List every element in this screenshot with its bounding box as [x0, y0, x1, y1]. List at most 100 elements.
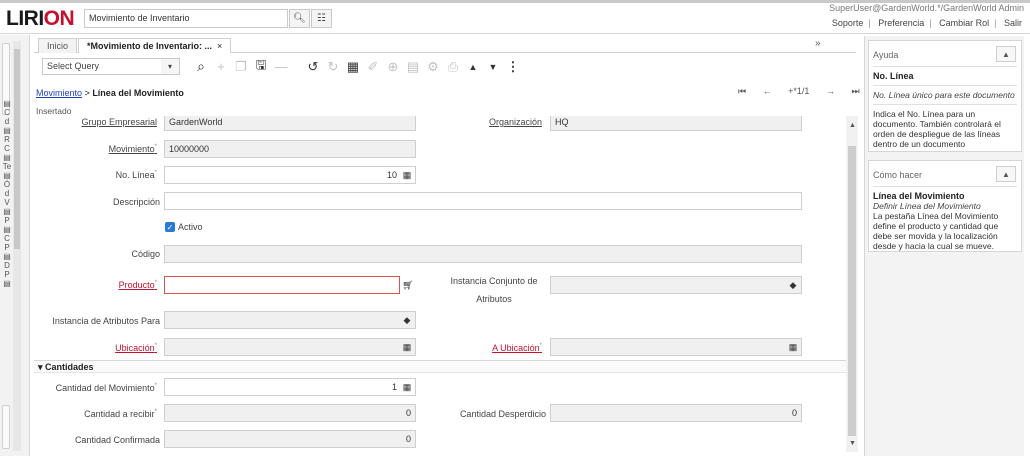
select-query-dropdown[interactable]: Select Query [42, 58, 180, 75]
first-record-icon[interactable]: ⏮︎ [738, 86, 746, 96]
top-links: Soporte | Preferencia | Cambiar Rol | Salir [831, 18, 1022, 28]
help-title: No. Línea [873, 71, 914, 81]
label-no-linea: No. Línea* [115, 170, 157, 180]
scroll-up-icon[interactable]: ▲ [849, 122, 856, 129]
cart-icon[interactable]: 🛒︎ [401, 278, 415, 292]
descripcion-field[interactable] [164, 192, 802, 210]
a-ubicacion-field[interactable] [550, 338, 802, 356]
calculator-icon[interactable]: ▦ [400, 168, 414, 182]
howto-title: Línea del Movimiento [873, 191, 965, 201]
copy-icon[interactable]: ❐ [232, 58, 250, 75]
no-linea-field[interactable]: 10 [164, 166, 416, 184]
label-cantidad-confirmada: Cantidad Confirmada [74, 435, 160, 445]
movimiento-field[interactable]: 10000000 [164, 140, 416, 158]
label-instancia-atributos-para: Instancia de Atributos Para [52, 316, 160, 326]
collapse-howto-icon[interactable]: ▲ [996, 166, 1016, 182]
logo[interactable]: LIRION [6, 7, 75, 31]
label-ubicacion: Ubicación* [115, 343, 157, 353]
record-navigation: ⏮︎ ← +*1/1 → ⏭︎ [738, 86, 874, 97]
new-icon[interactable]: + [212, 58, 230, 75]
close-tab-icon[interactable]: × [217, 41, 222, 51]
label-instancia-conjunto: Instancia Conjunto de Atributos [450, 276, 538, 304]
instancia-conjunto-field[interactable] [550, 276, 802, 294]
tag-icon[interactable]: ◆ [400, 313, 414, 327]
cantidad-desperdicio-field[interactable]: 0 [550, 404, 802, 422]
form-scroll-thumb[interactable] [848, 146, 856, 436]
user-info[interactable]: SuperUser@GardenWorld.*/GardenWorld Admi… [829, 3, 1024, 13]
sidebar-collapsed-items[interactable]: ▤ Cd ▤ R C ▤ Te ▤ Ód V ▤ P ▤ C P ▤ D P ▤ [2, 99, 12, 288]
search-icon[interactable]: 🔍︎ [289, 9, 310, 28]
producto-field[interactable] [164, 276, 400, 294]
locator-icon[interactable]: ▦ [400, 340, 414, 354]
toolbar: Select Query ▾ ⌕ + ❐ 🖫︎ — ↺ ↻ ▦ ✐ ⊕ ▤ ⚙ … [34, 54, 856, 80]
tag-icon[interactable]: ◆ [786, 278, 800, 292]
logout-link[interactable]: Salir [1004, 18, 1022, 28]
cantidad-confirmada-field[interactable]: 0 [164, 430, 416, 448]
last-record-icon[interactable]: ⏭︎ [851, 86, 859, 96]
form-area: Grupo Empresarial GardenWorld Organizaci… [34, 116, 846, 452]
save-icon[interactable]: 🖫︎ [252, 57, 270, 75]
more-icon[interactable]: ⋮ [504, 58, 522, 75]
activo-checkbox[interactable]: ✓ [165, 222, 175, 232]
status-text: Insertado [36, 106, 72, 116]
form-scrollbar[interactable]: ▲ ▼ [846, 116, 858, 452]
breadcrumb-current: Línea del Movimiento [92, 88, 184, 98]
breadcrumb-separator: > [84, 88, 90, 98]
tree-menu-icon[interactable]: ☷ [311, 9, 332, 28]
delete-icon[interactable]: — [272, 58, 290, 75]
sidebar-field-bottom[interactable] [2, 405, 10, 449]
codigo-field[interactable] [164, 245, 802, 263]
collapse-header-icon[interactable]: » [815, 38, 821, 49]
next-icon[interactable]: ▼ [484, 58, 502, 75]
previous-icon[interactable]: ▲ [464, 58, 482, 75]
attachment-icon[interactable]: ✐ [364, 58, 382, 75]
breadcrumb-parent-link[interactable]: Movimiento [36, 88, 82, 98]
cantidad-movimiento-field[interactable]: 1 [164, 378, 416, 396]
help-box-ayuda: Ayuda ▲ No. Línea No. Línea único para e… [868, 40, 1022, 152]
label-cantidad-movimiento: Cantidad del Movimiento* [55, 383, 157, 393]
next-record-icon[interactable]: → [826, 86, 835, 96]
section-cantidades[interactable]: ▾ Cantidades [34, 360, 846, 373]
label-a-ubicacion: A Ubicación* [492, 343, 542, 353]
label-producto: Producto* [118, 280, 157, 290]
settings-icon[interactable]: ⚙ [424, 58, 442, 75]
ubicacion-field[interactable] [164, 338, 416, 356]
instancia-atributos-para-field[interactable] [164, 311, 416, 329]
organizacion-field[interactable]: HQ [550, 116, 802, 131]
change-role-link[interactable]: Cambiar Rol [939, 18, 989, 28]
cantidad-recibir-field[interactable]: 0 [164, 404, 416, 422]
scroll-down-icon[interactable]: ▼ [849, 440, 856, 447]
support-link[interactable]: Soporte [832, 18, 864, 28]
howto-description: Definir Línea del Movimiento [873, 201, 981, 211]
left-sidebar: ▤ Cd ▤ R C ▤ Te ▤ Ód V ▤ P ▤ C P ▤ D P ▤ [0, 35, 30, 456]
help-text: Indica el No. Línea para un documento. T… [873, 109, 1001, 149]
zoom-icon[interactable]: ⊕ [384, 58, 402, 75]
help-panel: Ayuda ▲ No. Línea No. Línea único para e… [864, 36, 1024, 456]
label-descripcion: Descripción [112, 197, 160, 207]
calculator-icon[interactable]: ▦ [400, 380, 414, 394]
locator-icon[interactable]: ▦ [786, 340, 800, 354]
previous-record-icon[interactable]: ← [763, 86, 772, 96]
preference-link[interactable]: Preferencia [878, 18, 924, 28]
search-icon[interactable]: ⌕ [192, 58, 210, 75]
refresh-icon[interactable]: ↻ [324, 58, 342, 75]
grupo-empresarial-field[interactable]: GardenWorld [164, 116, 416, 131]
top-bar: LIRION Movimiento de Inventario 🔍︎ ☷ Sup… [0, 0, 1030, 34]
window-tabs: Inicio *Movimiento de Inventario: ... × [34, 36, 856, 53]
grid-toggle-icon[interactable]: ▦ [344, 58, 362, 75]
collapse-help-icon[interactable]: ▲ [996, 46, 1016, 62]
print-icon[interactable]: ⎙ [444, 58, 462, 75]
howto-text: La pestaña Línea del Movimiento define e… [873, 211, 999, 251]
record-counter: +*1/1 [788, 86, 810, 96]
report-icon[interactable]: ▤ [404, 58, 422, 75]
label-cantidad-desperdicio: Cantidad Desperdicio [459, 409, 546, 419]
chevron-down-icon[interactable]: ▾ [161, 58, 180, 75]
help-description: No. Línea único para este documento [873, 90, 1015, 100]
sidebar-scroll-thumb[interactable] [14, 49, 20, 249]
label-organizacion: Organización [488, 117, 542, 127]
label-cantidad-recibir: Cantidad a recibir* [84, 409, 157, 419]
tab-movimiento-inventario[interactable]: *Movimiento de Inventario: ... × [78, 38, 232, 53]
tab-inicio[interactable]: Inicio [38, 38, 78, 53]
undo-icon[interactable]: ↺ [304, 58, 322, 75]
menu-search-input[interactable]: Movimiento de Inventario [84, 9, 288, 28]
